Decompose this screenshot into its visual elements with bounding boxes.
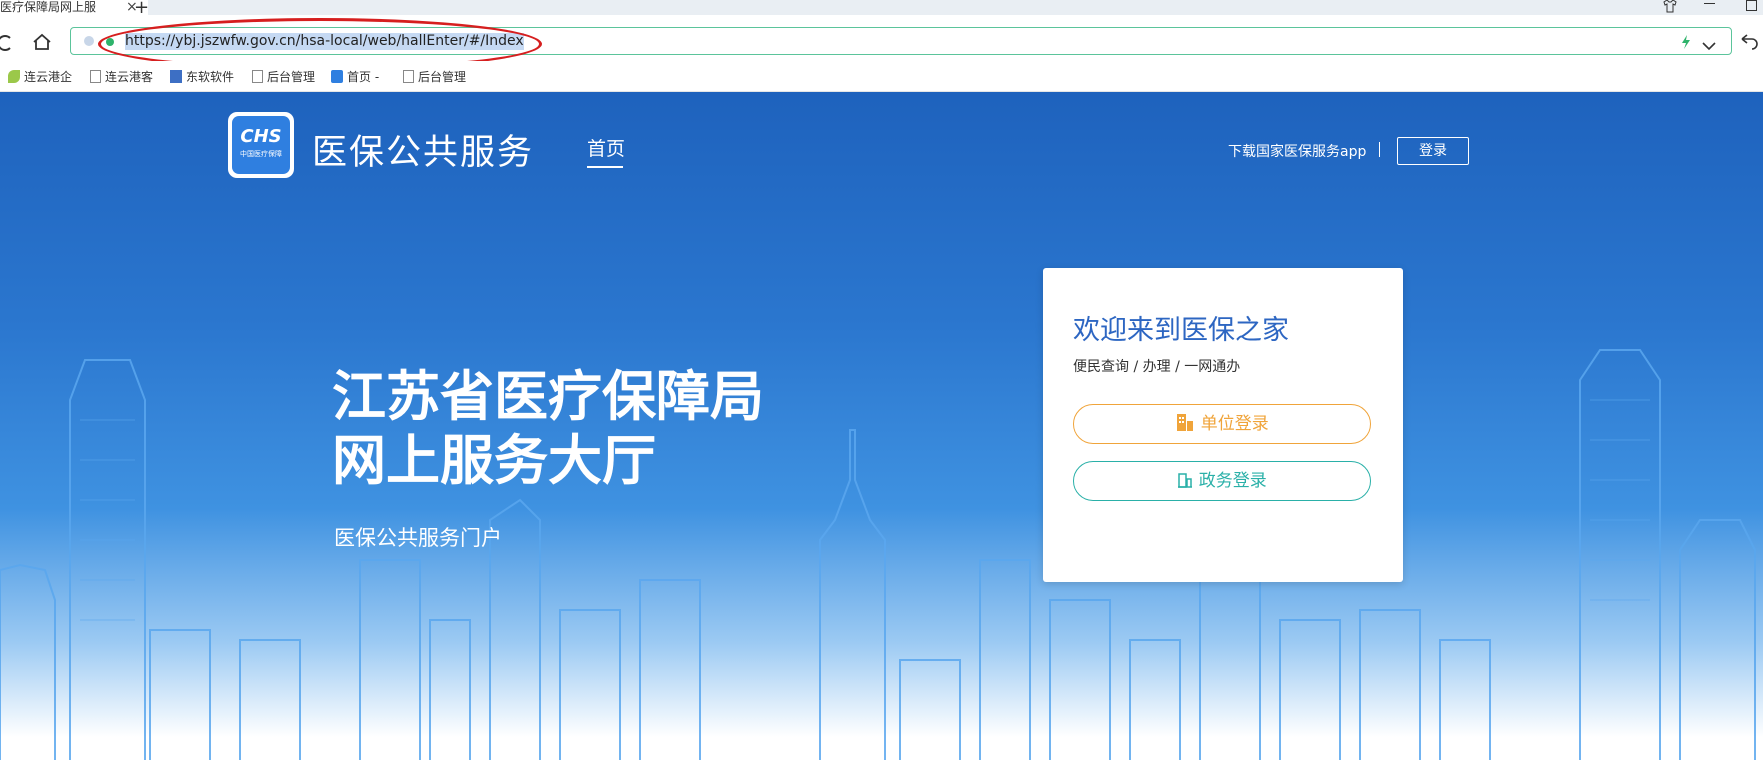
bookmark-item[interactable]: 首页 - [331, 68, 379, 85]
bookmark-item[interactable]: 后台管理 [252, 68, 315, 85]
login-card: 欢迎来到医保之家 便民查询 / 办理 / 一网通办 单位登录 政务登录 [1043, 268, 1403, 582]
bookmark-item[interactable]: 后台管理 [403, 68, 466, 85]
page-icon [252, 70, 263, 83]
unit-login-button[interactable]: 单位登录 [1073, 404, 1371, 444]
nav-active-underline [587, 166, 623, 168]
chs-icon [331, 70, 343, 83]
site-info-icon[interactable] [84, 36, 94, 46]
tab-title: 医疗保障局网上服 [0, 0, 97, 14]
hero-title-line2: 网上服务大厅 [332, 429, 656, 492]
city-skyline-graphic [0, 349, 1756, 760]
gov-login-button[interactable]: 政务登录 [1073, 461, 1371, 501]
bookmark-item[interactable]: 连云港企 [8, 68, 72, 85]
page-icon [90, 70, 101, 83]
hero-title-line1: 江苏省医疗保障局 [332, 365, 764, 428]
building-icon [1177, 414, 1194, 431]
hero-subtitle: 医保公共服务门户 [334, 526, 502, 550]
logo-badge: CHS 中国医疗保障 [232, 116, 290, 174]
brand-title[interactable]: 医保公共服务 [312, 124, 534, 175]
unit-login-label: 单位登录 [1200, 414, 1269, 434]
minimize-icon[interactable] [1704, 3, 1715, 4]
logo-text: CHS [240, 126, 282, 147]
person-icon [170, 70, 182, 83]
download-app-link[interactable]: 下载国家医保服务app [1228, 141, 1366, 161]
browser-tab[interactable]: 医疗保障局网上服 × [0, 0, 148, 15]
lightning-icon[interactable] [1680, 34, 1692, 54]
leaf-icon [8, 70, 20, 83]
chevron-down-icon[interactable] [1702, 36, 1716, 55]
nav-home-link[interactable]: 首页 [587, 134, 625, 161]
bookmark-item[interactable]: 连云港客 [90, 68, 153, 85]
header-divider [1379, 142, 1380, 157]
bookmark-item[interactable]: 东软软件 [170, 68, 234, 85]
chs-logo[interactable]: CHS 中国医疗保障 [228, 112, 294, 178]
logo-subtext: 中国医疗保障 [240, 150, 282, 158]
reload-icon[interactable] [0, 34, 12, 56]
hero-title: 江苏省医疗保障局 网上服务大厅 [332, 365, 764, 493]
gov-login-label: 政务登录 [1198, 471, 1267, 491]
restore-icon[interactable] [1746, 0, 1757, 11]
card-subtitle: 便民查询 / 办理 / 一网通办 [1073, 359, 1241, 375]
undo-icon[interactable] [1738, 33, 1762, 55]
office-icon [1178, 473, 1193, 488]
card-title: 欢迎来到医保之家 [1073, 315, 1289, 346]
home-icon[interactable] [32, 33, 52, 55]
login-button[interactable]: 登录 [1397, 137, 1469, 165]
browser-tab-bar [0, 0, 1763, 15]
page-icon [403, 70, 414, 83]
